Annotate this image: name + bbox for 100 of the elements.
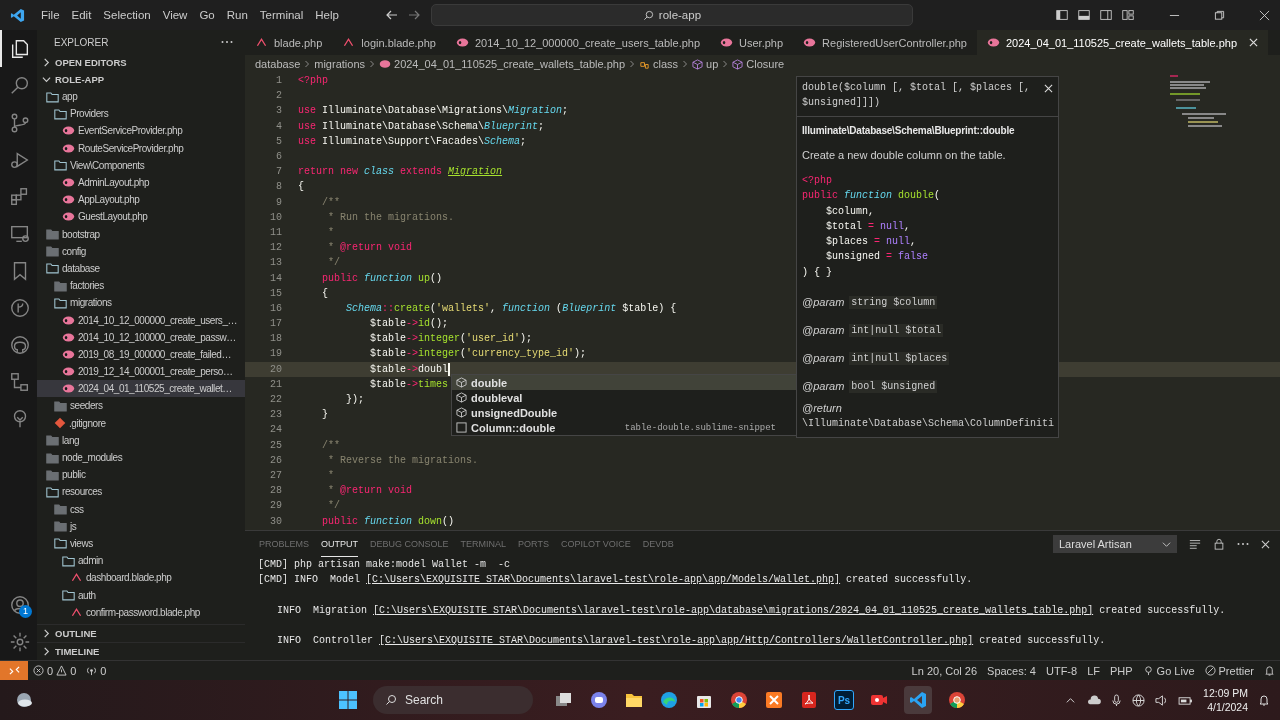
return-tag: @return: [802, 402, 1053, 415]
section-header[interactable]: ROLE-APP: [37, 71, 245, 88]
code-line: $table->doubl: [369, 362, 450, 376]
explorer-entry[interactable]: 2019_12_14_000001_create_perso…: [37, 363, 245, 381]
clock-date: 4/1/2024: [1207, 700, 1248, 714]
explorer-folder[interactable]: bootstrap: [37, 225, 245, 243]
explorer-folder[interactable]: lang: [37, 431, 245, 449]
explorer-folder[interactable]: View\Components: [37, 156, 245, 174]
explorer-folder[interactable]: app: [37, 88, 245, 106]
code-line: public function up(): [321, 272, 443, 284]
param-tag: @param: [802, 380, 845, 393]
output-line: INFO Migration [C:\Users\EXQUISITE STAR\Documents\laravel-test\role-app\database\migrations/2024_04_01_110525_create_wallets_table.php] created successfully.: [277, 603, 1226, 618]
status-item[interactable]: Spaces: 4: [982, 664, 1041, 677]
file-link[interactable]: [C:\Users\EXQUISITE STAR\Documents\laravel-test\role-app\app/Models/Wallet.php]: [366, 574, 841, 585]
go-live-button[interactable]: Go Live: [1137, 664, 1200, 677]
explorer-folder[interactable]: node_modules: [37, 448, 245, 467]
explorer-entry[interactable]: .gitignore: [37, 414, 245, 432]
line-number: 30: [269, 515, 282, 527]
command-search-field[interactable]: role-app: [430, 4, 913, 26]
suggestion-item[interactable]: double: [452, 375, 798, 390]
explorer-folder[interactable]: database: [37, 259, 245, 278]
explorer-entry[interactable]: EventServiceProvider.php: [37, 122, 245, 140]
explorer-folder[interactable]: config: [37, 242, 245, 260]
code-line: $unsigned = false: [825, 250, 929, 265]
code-line: <?php: [298, 75, 328, 87]
breadcrumb-item[interactable]: database: [255, 58, 301, 70]
menu-item[interactable]: File: [35, 9, 66, 21]
code-line: public function down(): [321, 515, 455, 527]
explorer-folder[interactable]: admin: [37, 552, 245, 570]
param-tag: @param: [802, 352, 845, 365]
file-link[interactable]: [C:\Users\EXQUISITE STAR\Documents\laravel-test\role-app\app/Http/Controllers/WalletController.php]: [379, 635, 974, 646]
param-value: string $column: [849, 295, 938, 309]
menu-item[interactable]: Edit: [65, 9, 98, 21]
status-item[interactable]: PHP: [1105, 664, 1138, 677]
param-value: bool $unsigned: [849, 379, 938, 393]
code-line: <?php: [802, 174, 832, 188]
explorer-entry[interactable]: confirm-password.blade.php: [37, 603, 245, 621]
method-description: Create a new double column on the table.: [802, 149, 1007, 161]
editor-tab[interactable]: 2024_04_01_110525_create_wallets_table.php: [977, 30, 1268, 55]
explorer-folder[interactable]: js: [37, 517, 245, 535]
photo-editor-icon[interactable]: Ps: [834, 690, 854, 710]
menu-item[interactable]: Help: [309, 9, 345, 21]
status-item[interactable]: Ln 20, Col 26: [906, 664, 983, 677]
menu-item[interactable]: Go: [193, 9, 221, 21]
code-line: *: [327, 226, 334, 238]
breadcrumb-item[interactable]: Closure: [732, 58, 785, 70]
breadcrumb-item[interactable]: up: [692, 58, 719, 70]
explorer-entry[interactable]: GuestLayout.php: [37, 208, 245, 226]
status-item[interactable]: UTF-8: [1040, 664, 1083, 677]
line-number: 20: [269, 363, 282, 375]
code-line: *: [327, 469, 334, 481]
explorer-entry[interactable]: 2019_08_19_000000_create_failed…: [37, 345, 245, 363]
panel-tab[interactable]: OUTPUT: [321, 531, 358, 557]
line-number: 6: [275, 151, 282, 163]
code-line: $table->integer('currency_type_id');: [369, 348, 587, 360]
code-line: use Illuminate\Support\Facades\Schema;: [298, 135, 527, 147]
explorer-entry[interactable]: AdminLayout.php: [37, 173, 245, 192]
explorer-folder[interactable]: Providers: [37, 105, 245, 123]
ports-status[interactable]: 0: [81, 664, 112, 677]
explorer-entry[interactable]: 2024_04_01_110525_create_wallet…: [37, 380, 245, 398]
explorer-folder[interactable]: auth: [37, 586, 245, 604]
explorer-folder[interactable]: resources: [37, 483, 245, 501]
suggestion-item[interactable]: unsignedDouble: [452, 405, 798, 420]
explorer-entry[interactable]: 2014_10_12_100000_create_passw…: [37, 328, 245, 346]
breadcrumb-item[interactable]: class: [639, 58, 679, 70]
menu-item[interactable]: Terminal: [253, 9, 310, 21]
param-value: int|null $total: [849, 323, 944, 337]
explorer-folder[interactable]: css: [37, 500, 245, 518]
status-item[interactable]: LF: [1082, 664, 1105, 677]
code-line: }: [321, 409, 328, 421]
explorer-entry[interactable]: dashboard.blade.php: [37, 569, 245, 587]
menu-item[interactable]: Selection: [97, 9, 157, 21]
menu-item[interactable]: View: [156, 9, 194, 21]
menu-item[interactable]: Run: [220, 9, 254, 21]
output-channel-dropdown[interactable]: Laravel Artisan: [1053, 535, 1177, 553]
prettier-status[interactable]: Prettier: [1199, 664, 1259, 677]
suggestion-item[interactable]: Column::double table-double.sublime-snippet: [452, 420, 798, 435]
explorer-folder[interactable]: views: [37, 534, 245, 553]
function-signature: double($column [, $total [, $places [, $unsigned]]]): [802, 81, 1032, 110]
code-line: return new class extends Migration: [298, 166, 503, 178]
breadcrumb-item[interactable]: migrations: [314, 58, 365, 70]
explorer-entry[interactable]: RouteServiceProvider.php: [37, 139, 245, 157]
line-number: 7: [275, 166, 282, 178]
line-number: 9: [275, 196, 282, 208]
suggestion-item[interactable]: doubleval: [452, 390, 798, 405]
section-header[interactable]: OPEN EDITORS: [37, 54, 245, 71]
explorer-folder[interactable]: migrations: [37, 294, 245, 312]
file-link[interactable]: [C:\Users\EXQUISITE STAR\Documents\laravel-test\role-app\database\migrations/2024_04_01_110525_create_wallets_table.php]: [373, 604, 1094, 616]
explorer-entry[interactable]: AppLayout.php: [37, 191, 245, 209]
line-number: 5: [275, 135, 282, 147]
explorer-folder[interactable]: seeders: [37, 397, 245, 415]
breadcrumb-item[interactable]: 2024_04_01_110525_create_wallets_table.php: [379, 58, 625, 70]
line-number: 16: [269, 302, 282, 314]
explorer-folder[interactable]: public: [37, 466, 245, 484]
line-number: 12: [269, 242, 282, 254]
explorer-entry[interactable]: 2014_10_12_000000_create_users_…: [37, 311, 245, 329]
section-header[interactable]: OUTLINE: [37, 624, 245, 642]
explorer-folder[interactable]: factories: [37, 277, 245, 295]
problems-status[interactable]: 0 0: [28, 664, 82, 677]
taskbar-search-field[interactable]: Search: [373, 686, 533, 714]
